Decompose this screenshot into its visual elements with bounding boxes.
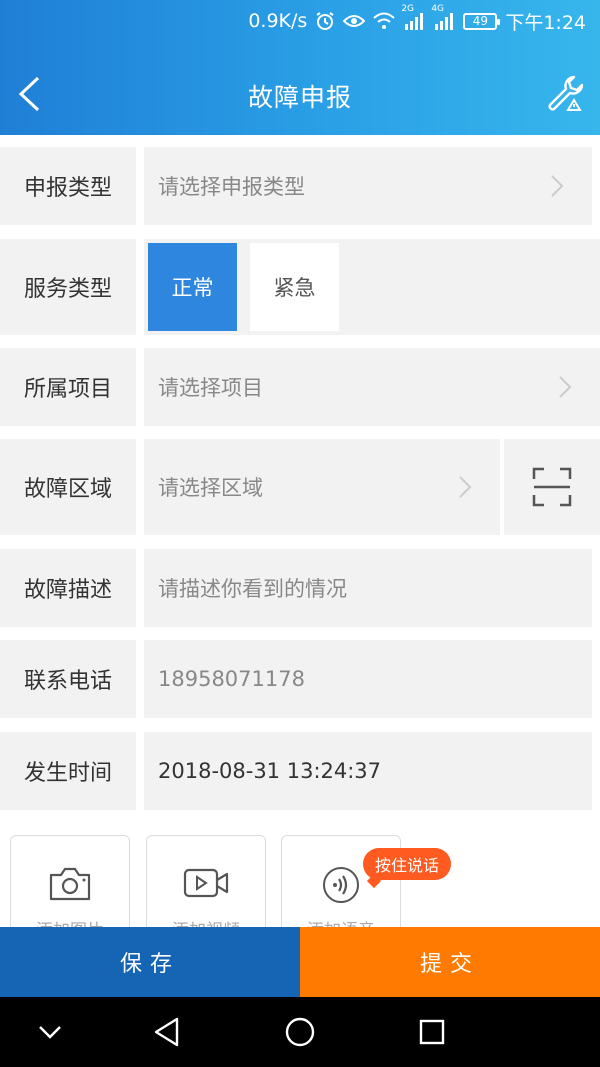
report-type-label: 申报类型: [0, 147, 136, 225]
chevron-right-icon: [459, 476, 472, 498]
submit-button[interactable]: 提交: [300, 927, 600, 997]
service-type-group: 正常 紧急: [144, 239, 600, 335]
toolbar: 故障申报: [0, 58, 600, 134]
add-video-label: 添加视频: [147, 916, 265, 927]
wrench-icon: [548, 75, 584, 111]
scan-icon: [532, 467, 572, 507]
phone-value: 18958071178: [158, 667, 305, 691]
video-icon: [183, 868, 229, 898]
row-phone: 联系电话 18958071178: [0, 640, 600, 718]
description-input[interactable]: 请描述你看到的情况: [144, 549, 592, 627]
phone-input[interactable]: 18958071178: [144, 640, 592, 718]
voice-icon: [323, 867, 359, 903]
settings-tool-button[interactable]: [546, 74, 586, 114]
row-description: 故障描述 请描述你看到的情况: [0, 549, 600, 627]
nav-collapse-button[interactable]: [32, 1014, 68, 1050]
row-area: 故障区域 请选择区域: [0, 439, 600, 535]
row-service-type: 服务类型 正常 紧急: [0, 239, 600, 335]
network-speed: 0.9K/s: [248, 10, 308, 32]
add-photo-button[interactable]: 添加图片: [10, 835, 130, 927]
square-recents-icon: [419, 1019, 445, 1045]
camera-icon: [49, 867, 91, 901]
row-time: 发生时间 2018-08-31 13:24:37: [0, 732, 600, 810]
service-type-normal[interactable]: 正常: [148, 243, 237, 331]
area-placeholder: 请选择区域: [158, 476, 263, 500]
nav-home-button[interactable]: [282, 1014, 318, 1050]
add-video-button[interactable]: 添加视频: [146, 835, 266, 927]
project-placeholder: 请选择项目: [158, 376, 263, 400]
phone-label: 联系电话: [0, 640, 136, 718]
circle-home-icon: [285, 1017, 315, 1047]
project-label: 所属项目: [0, 348, 136, 426]
description-label: 故障描述: [0, 549, 136, 627]
system-nav-bar: [0, 997, 600, 1067]
area-select[interactable]: 请选择区域: [144, 439, 500, 535]
triangle-back-icon: [154, 1017, 179, 1047]
save-button[interactable]: 保存: [0, 927, 300, 997]
project-select[interactable]: 请选择项目: [144, 348, 600, 426]
page-title: 故障申报: [247, 83, 352, 112]
status-bar: 0.9K/s 2G 4G 49 下午1:24: [0, 0, 600, 40]
add-audio-label: 添加语音: [282, 916, 400, 927]
hold-to-talk-badge[interactable]: 按住说话: [363, 848, 452, 880]
service-type-urgent[interactable]: 紧急: [250, 243, 339, 331]
eye-icon: [343, 13, 366, 29]
signal-icon-4g: 4G: [431, 4, 455, 30]
battery-icon: 49: [463, 12, 501, 30]
chevron-down-icon: [39, 1026, 61, 1039]
signal-icon-2g: 2G: [401, 4, 425, 30]
add-photo-label: 添加图片: [11, 916, 129, 927]
chevron-right-icon: [551, 175, 564, 197]
report-type-select[interactable]: 请选择申报类型: [144, 147, 592, 225]
row-project: 所属项目 请选择项目: [0, 348, 600, 426]
area-label: 故障区域: [0, 439, 136, 535]
service-type-label: 服务类型: [0, 239, 136, 335]
nav-recents-button[interactable]: [414, 1014, 450, 1050]
media-attachments: 添加图片 添加视频 添加语音: [0, 835, 600, 927]
wifi-icon: [373, 12, 395, 30]
description-placeholder: 请描述你看到的情况: [158, 577, 347, 601]
report-type-placeholder: 请选择申报类型: [158, 175, 305, 199]
status-icons: 0.9K/s 2G 4G 49 下午1:24: [248, 4, 586, 34]
nav-back-button[interactable]: [148, 1014, 184, 1050]
alarm-icon: [315, 11, 335, 31]
time-input[interactable]: 2018-08-31 13:24:37: [144, 732, 592, 810]
time-value: 2018-08-31 13:24:37: [158, 759, 382, 783]
scan-button[interactable]: [504, 439, 600, 535]
chevron-right-icon: [559, 376, 572, 398]
time-label: 发生时间: [0, 732, 136, 810]
action-bar: 保存 提交: [0, 927, 600, 997]
row-report-type: 申报类型 请选择申报类型: [0, 147, 600, 225]
app-header: 0.9K/s 2G 4G 49 下午1:24 故障申报: [0, 0, 600, 135]
status-time: 下午1:24: [505, 11, 586, 34]
